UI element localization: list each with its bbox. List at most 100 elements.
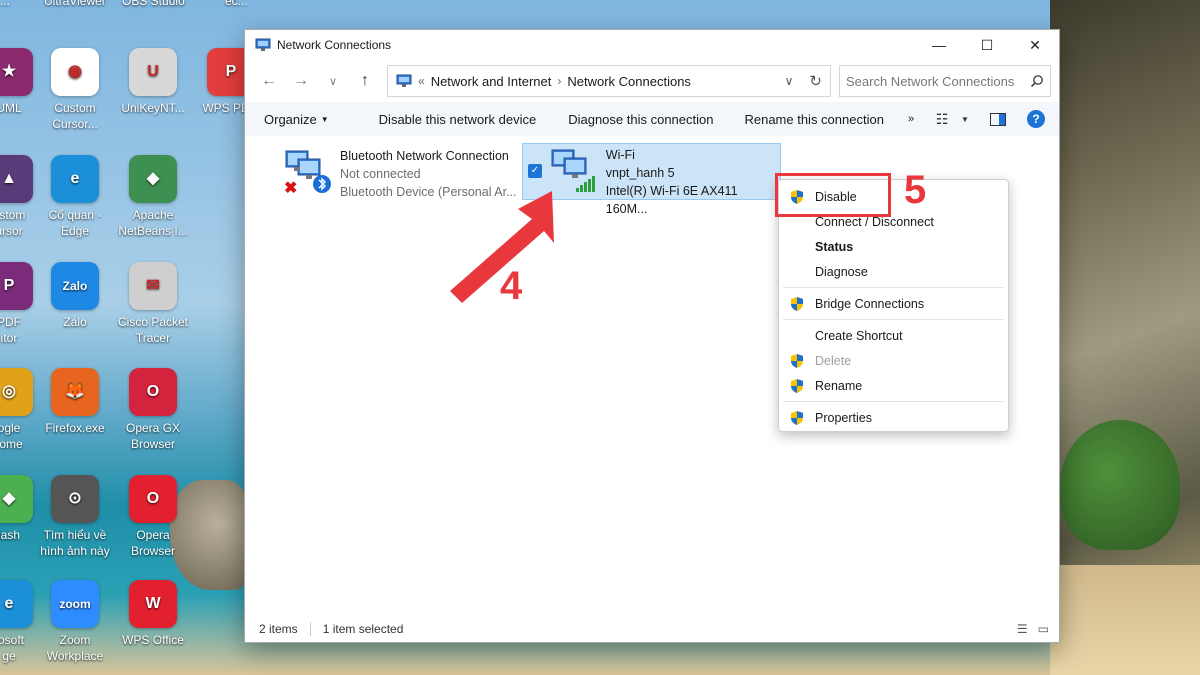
menu-item-properties[interactable]: Properties: [779, 405, 1008, 430]
desktop-shortcut[interactable]: e Cổ quan - Edge: [36, 155, 114, 239]
connection-name: Bluetooth Network Connection: [340, 149, 509, 163]
menu-item-label: Bridge Connections: [815, 296, 925, 311]
uac-shield-icon: [789, 410, 805, 426]
network-connection-icon: ✖: [282, 145, 332, 197]
view-options-caret-icon[interactable]: ▼: [957, 102, 973, 136]
shortcut-label: UniKeyNT...: [121, 101, 185, 115]
breadcrumb-overflow[interactable]: «: [418, 74, 425, 88]
up-arrow-icon[interactable]: ↑: [349, 66, 381, 96]
app-icon: e: [0, 580, 33, 628]
breadcrumb-network-and-internet[interactable]: Network and Internet: [431, 74, 552, 89]
shortcut-label: Cổ quan - Edge: [48, 208, 102, 238]
rename-connection-button[interactable]: Rename this connection: [725, 102, 895, 136]
desktop-shortcut[interactable]: 🦊 Firefox.exe: [36, 368, 114, 436]
close-button[interactable]: ✕: [1011, 30, 1059, 60]
menu-divider: [783, 319, 1004, 320]
title-bar[interactable]: Network Connections — ☐ ✕: [245, 30, 1059, 60]
menu-divider: [783, 401, 1004, 402]
step-number-5: 5: [904, 168, 927, 212]
shortcut-label: Opera Browser: [130, 528, 175, 558]
desktop-shortcut[interactable]: O Opera Browser: [114, 475, 192, 559]
shortcut-label: Opera GX Browser: [125, 421, 181, 451]
desktop-shortcut[interactable]: zoom Zoom Workplace: [36, 580, 114, 664]
selected-count: 1 item selected: [322, 622, 404, 636]
menu-item-label: Delete: [815, 353, 852, 368]
selection-checkbox[interactable]: ✓: [528, 164, 542, 178]
shortcut-label: Custom Cursor...: [52, 101, 98, 131]
caret-down-icon: ▼: [320, 114, 329, 124]
help-button[interactable]: ?: [1021, 102, 1051, 136]
menu-item-rename[interactable]: Rename: [779, 373, 1008, 398]
app-icon: ◆: [129, 155, 177, 203]
app-icon: ✉: [129, 262, 177, 310]
organize-button[interactable]: Organize ▼: [245, 102, 367, 136]
desktop-shortcut[interactable]: ◆ Apache NetBeans I...: [114, 155, 192, 239]
menu-item-diagnose[interactable]: Diagnose: [779, 259, 1008, 284]
menu-item-label: Diagnose: [815, 264, 868, 279]
address-dropdown-chevron-icon[interactable]: ∨: [785, 74, 794, 88]
shortcut-label: Tìm hiểu về hình ảnh này: [40, 528, 110, 558]
desktop-tree-bg: [1060, 420, 1180, 550]
recent-chevron-down-icon[interactable]: ∨: [317, 66, 349, 96]
app-icon: P: [0, 262, 33, 310]
app-icon: Zalo: [51, 262, 99, 310]
app-icon: 🦊: [51, 368, 99, 416]
menu-item-bridge-connections[interactable]: Bridge Connections: [779, 291, 1008, 316]
command-bar: Organize ▼ Disable this network device D…: [245, 102, 1059, 136]
desktop-top-label: ...: [0, 0, 11, 8]
uac-shield-icon: [789, 353, 805, 369]
desktop-top-label: OBS Studio: [122, 0, 185, 8]
minimize-button[interactable]: —: [915, 30, 963, 60]
shortcut-label: Cisco Packet Tracer: [117, 315, 189, 345]
menu-item-create-shortcut[interactable]: Create Shortcut: [779, 323, 1008, 348]
menu-item-label: Create Shortcut: [815, 328, 903, 343]
desktop-shortcut[interactable]: U UniKeyNT...: [114, 48, 192, 116]
large-icons-view-icon[interactable]: ▭: [1038, 622, 1049, 636]
search-input[interactable]: Search Network Connections: [839, 65, 1051, 97]
diagnose-connection-button[interactable]: Diagnose this connection: [548, 102, 725, 136]
breadcrumb-separator-icon[interactable]: ›: [557, 74, 561, 88]
desktop-shortcut[interactable]: Zalo Zalo: [36, 262, 114, 330]
preview-pane-icon[interactable]: [983, 102, 1013, 136]
network-folder-icon: [396, 74, 412, 87]
app-icon: U: [129, 48, 177, 96]
desktop-shortcut[interactable]: ◉ Custom Cursor...: [36, 48, 114, 132]
help-icon: ?: [1027, 110, 1045, 128]
address-bar[interactable]: « Network and Internet › Network Connect…: [387, 65, 831, 97]
desktop-sand-bg: [1050, 565, 1200, 675]
shortcut-label: Apache NetBeans I...: [118, 208, 188, 238]
details-view-icon[interactable]: ☰: [1017, 622, 1028, 636]
desktop-shortcut[interactable]: ⊙ Tìm hiểu về hình ảnh này: [36, 475, 114, 559]
connection-name: Wi-Fi: [605, 148, 635, 162]
breadcrumb-network-connections[interactable]: Network Connections: [567, 74, 691, 89]
desktop-shortcut[interactable]: W WPS Office: [114, 580, 192, 648]
menu-item-label: Status: [815, 239, 854, 254]
menu-divider: [783, 287, 1004, 288]
status-bar: 2 items 1 item selected ☰ ▭: [245, 616, 1059, 642]
connection-device: Intel(R) Wi-Fi 6E AX411 160M...: [605, 184, 738, 216]
shortcut-label: Zalo: [63, 315, 87, 329]
highlight-box-disable: [775, 173, 891, 217]
maximize-button[interactable]: ☐: [963, 30, 1011, 60]
disable-device-button[interactable]: Disable this network device: [367, 102, 549, 136]
forward-arrow-icon[interactable]: →: [285, 66, 317, 96]
app-icon: ◎: [0, 368, 33, 416]
desktop-top-label: UltraViewer: [44, 0, 106, 8]
app-icon: ▲: [0, 155, 33, 203]
app-icon: O: [129, 475, 177, 523]
change-view-icon[interactable]: ☷: [927, 102, 957, 136]
desktop-shortcut[interactable]: O Opera GX Browser: [114, 368, 192, 452]
back-arrow-icon[interactable]: ←: [253, 66, 285, 96]
shortcut-label: WPS Office: [122, 633, 184, 647]
address-row: ← → ∨ ↑ « Network and Internet › Network…: [245, 60, 1059, 102]
app-icon: ★: [0, 48, 33, 96]
uac-shield-icon: [789, 378, 805, 394]
refresh-icon[interactable]: ↻: [809, 72, 822, 90]
more-commands-button[interactable]: »: [896, 102, 926, 136]
network-folder-icon: [255, 38, 271, 51]
connection-status: vnpt_hanh 5: [605, 166, 675, 180]
app-icon: zoom: [51, 580, 99, 628]
menu-item-status[interactable]: Status: [779, 234, 1008, 259]
desktop-shortcut[interactable]: ✉ Cisco Packet Tracer: [114, 262, 192, 346]
desktop-top-label: ec...: [225, 0, 248, 8]
